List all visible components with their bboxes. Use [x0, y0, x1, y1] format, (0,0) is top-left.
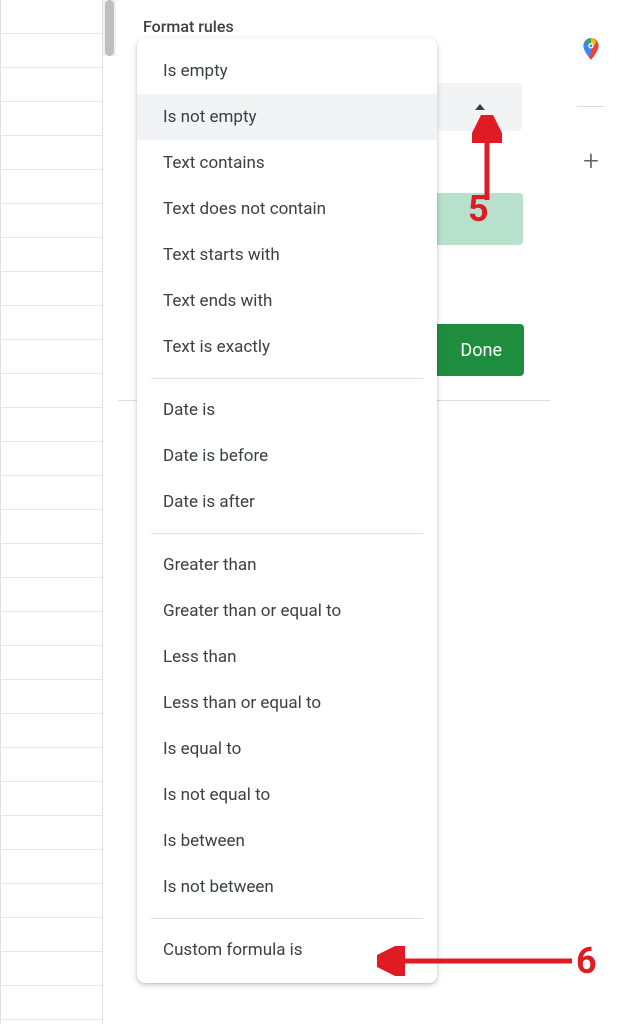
- spreadsheet-grid: [0, 0, 103, 1024]
- dropdown-item-text-ends-with[interactable]: Text ends with: [137, 278, 437, 324]
- dropdown-item-date-is-after[interactable]: Date is after: [137, 479, 437, 525]
- cell-row[interactable]: [0, 0, 102, 34]
- dropdown-item-text-is-exactly[interactable]: Text is exactly: [137, 324, 437, 370]
- cell-row[interactable]: [0, 136, 102, 170]
- cell-row[interactable]: [0, 204, 102, 238]
- cell-row[interactable]: [0, 442, 102, 476]
- cell-row[interactable]: [0, 340, 102, 374]
- dropdown-item-custom-formula[interactable]: Custom formula is: [137, 927, 437, 973]
- cell-row[interactable]: [0, 170, 102, 204]
- cell-row[interactable]: [0, 68, 102, 102]
- dropdown-item-text-does-not-contain[interactable]: Text does not contain: [137, 186, 437, 232]
- dropdown-item-date-is[interactable]: Date is: [137, 387, 437, 433]
- cell-row[interactable]: [0, 272, 102, 306]
- cell-row[interactable]: [0, 782, 102, 816]
- cell-row[interactable]: [0, 578, 102, 612]
- dropdown-item-less-than[interactable]: Less than: [137, 634, 437, 680]
- cell-row[interactable]: [0, 238, 102, 272]
- dropdown-item-is-equal-to[interactable]: Is equal to: [137, 726, 437, 772]
- cell-row[interactable]: [0, 816, 102, 850]
- google-maps-icon[interactable]: [578, 36, 604, 66]
- cell-row[interactable]: [0, 850, 102, 884]
- dropdown-item-greater-than[interactable]: Greater than: [137, 542, 437, 588]
- cell-row[interactable]: [0, 510, 102, 544]
- cell-row[interactable]: [0, 102, 102, 136]
- dropdown-trigger[interactable]: [438, 83, 522, 131]
- chevron-up-icon: [475, 104, 485, 110]
- cell-row[interactable]: [0, 748, 102, 782]
- dropdown-divider: [151, 378, 423, 379]
- dropdown-item-is-empty[interactable]: Is empty: [137, 48, 437, 94]
- cell-row[interactable]: [0, 952, 102, 986]
- cell-row[interactable]: [0, 374, 102, 408]
- dropdown-item-greater-than-or-equal[interactable]: Greater than or equal to: [137, 588, 437, 634]
- dropdown-item-is-not-empty[interactable]: Is not empty: [137, 94, 437, 140]
- cell-row[interactable]: [0, 646, 102, 680]
- dropdown-item-is-not-equal-to[interactable]: Is not equal to: [137, 772, 437, 818]
- format-rule-dropdown: Is empty Is not empty Text contains Text…: [137, 38, 437, 983]
- cell-row[interactable]: [0, 714, 102, 748]
- cell-row[interactable]: [0, 306, 102, 340]
- dropdown-item-is-between[interactable]: Is between: [137, 818, 437, 864]
- rail-divider: [577, 106, 605, 107]
- dropdown-item-text-contains[interactable]: Text contains: [137, 140, 437, 186]
- add-icon[interactable]: +: [583, 147, 599, 175]
- dropdown-divider: [151, 918, 423, 919]
- cell-row[interactable]: [0, 680, 102, 714]
- scrollbar-thumb[interactable]: [105, 0, 114, 56]
- cell-row[interactable]: [0, 544, 102, 578]
- cell-row[interactable]: [0, 476, 102, 510]
- format-rules-label: Format rules: [143, 17, 234, 36]
- cell-row[interactable]: [0, 918, 102, 952]
- cell-row[interactable]: [0, 34, 102, 68]
- dropdown-divider: [151, 533, 423, 534]
- cell-row[interactable]: [0, 612, 102, 646]
- cell-row[interactable]: [0, 986, 102, 1020]
- dropdown-item-less-than-or-equal[interactable]: Less than or equal to: [137, 680, 437, 726]
- cell-row[interactable]: [0, 408, 102, 442]
- right-side-panel: +: [560, 0, 622, 1024]
- dropdown-item-text-starts-with[interactable]: Text starts with: [137, 232, 437, 278]
- dropdown-item-is-not-between[interactable]: Is not between: [137, 864, 437, 910]
- cell-row[interactable]: [0, 884, 102, 918]
- dropdown-item-date-is-before[interactable]: Date is before: [137, 433, 437, 479]
